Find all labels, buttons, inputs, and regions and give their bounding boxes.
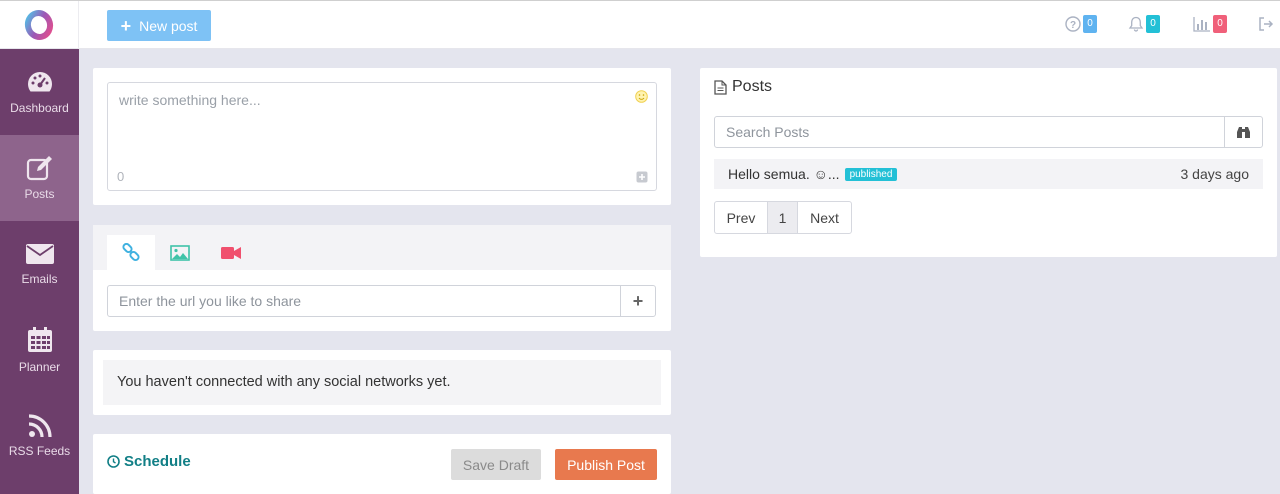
expand-icon[interactable] — [636, 171, 648, 183]
url-input[interactable] — [108, 286, 620, 316]
pagination-next-button[interactable]: Next — [798, 202, 851, 233]
stats-count-badge: 0 — [1213, 15, 1227, 33]
plus-icon: + — [632, 290, 644, 311]
bar-chart-icon — [1193, 17, 1210, 32]
media-attach-card: + — [93, 225, 671, 331]
document-icon — [714, 79, 727, 95]
new-post-button[interactable]: + New post — [107, 10, 211, 41]
post-timestamp: 3 days ago — [1180, 166, 1250, 182]
notifications-count-badge: 0 — [1146, 15, 1160, 33]
sidebar-item-label: Posts — [24, 187, 55, 201]
tab-link[interactable] — [107, 235, 155, 270]
url-input-group: + — [107, 285, 656, 317]
posts-search-input[interactable] — [715, 117, 1224, 147]
sign-out-icon — [1259, 17, 1274, 31]
social-networks-card: You haven't connected with any social ne… — [93, 350, 671, 415]
image-icon — [170, 244, 190, 261]
app-logo[interactable] — [0, 1, 79, 49]
posts-panel-header: Posts — [714, 78, 772, 96]
emoji-icon[interactable] — [635, 90, 648, 103]
sidebar-item-rss-feeds[interactable]: RSS Feeds — [0, 393, 79, 479]
svg-text:?: ? — [1070, 20, 1076, 31]
posts-panel-title: Posts — [732, 78, 773, 95]
publish-post-button[interactable]: Publish Post — [555, 449, 657, 480]
dashboard-icon — [27, 72, 52, 92]
post-composer-card: write something here... 0 — [93, 68, 671, 205]
link-icon — [122, 242, 140, 261]
posts-panel: Posts Hello semua. ☺... published 3 days… — [700, 68, 1277, 257]
char-count: 0 — [117, 169, 125, 184]
help-count-badge: 0 — [1083, 15, 1097, 33]
top-bar: + New post ? 0 0 0 — [0, 0, 1280, 49]
posts-search-button[interactable] — [1224, 117, 1262, 147]
tab-image[interactable] — [156, 235, 204, 270]
post-textarea-placeholder: write something here... — [119, 92, 261, 108]
status-badge: published — [844, 167, 898, 181]
envelope-icon — [25, 244, 54, 264]
new-post-label: New post — [139, 17, 198, 34]
pagination-page-1[interactable]: 1 — [767, 202, 798, 233]
logo-icon — [24, 10, 54, 40]
stats-button[interactable]: 0 — [1193, 13, 1227, 35]
sidebar-item-label: RSS Feeds — [8, 444, 71, 458]
sidebar-item-label: Emails — [21, 272, 58, 286]
post-title: Hello semua. ☺... — [728, 166, 840, 182]
sidebar-item-label: Dashboard — [10, 101, 69, 115]
calendar-icon — [27, 327, 52, 352]
add-url-button[interactable]: + — [620, 286, 655, 316]
no-networks-message: You haven't connected with any social ne… — [103, 360, 661, 405]
notifications-button[interactable]: 0 — [1128, 13, 1160, 35]
save-draft-button[interactable]: Save Draft — [451, 449, 541, 480]
post-textarea[interactable]: write something here... 0 — [107, 82, 657, 191]
schedule-link[interactable]: Schedule — [107, 453, 191, 470]
sidebar-item-planner[interactable]: Planner — [0, 307, 79, 393]
pagination-prev-button[interactable]: Prev — [715, 202, 767, 233]
clock-icon — [107, 455, 120, 468]
sidebar-item-label: Planner — [18, 360, 61, 374]
sidebar-item-dashboard[interactable]: Dashboard — [0, 49, 79, 135]
question-icon: ? — [1065, 16, 1081, 32]
schedule-card: Schedule Save Draft Publish Post — [93, 434, 671, 494]
edit-icon — [26, 156, 52, 181]
media-tabs — [93, 225, 671, 270]
sidebar: Dashboard Posts Emails Planner RSS Feeds — [0, 49, 79, 494]
help-button[interactable]: ? 0 — [1065, 13, 1097, 35]
sidebar-item-emails[interactable]: Emails — [0, 221, 79, 307]
video-camera-icon — [221, 246, 241, 259]
binoculars-icon — [1237, 126, 1250, 138]
post-list-item[interactable]: Hello semua. ☺... published 3 days ago — [714, 159, 1263, 189]
bell-icon — [1128, 16, 1144, 32]
posts-search-group — [714, 116, 1263, 148]
tab-video[interactable] — [207, 235, 255, 270]
rss-icon — [28, 414, 52, 438]
pagination: Prev 1 Next — [714, 201, 852, 234]
schedule-label: Schedule — [124, 453, 191, 470]
logout-button[interactable] — [1258, 13, 1274, 35]
plus-icon: + — [120, 15, 132, 36]
sidebar-item-posts[interactable]: Posts — [0, 135, 79, 221]
